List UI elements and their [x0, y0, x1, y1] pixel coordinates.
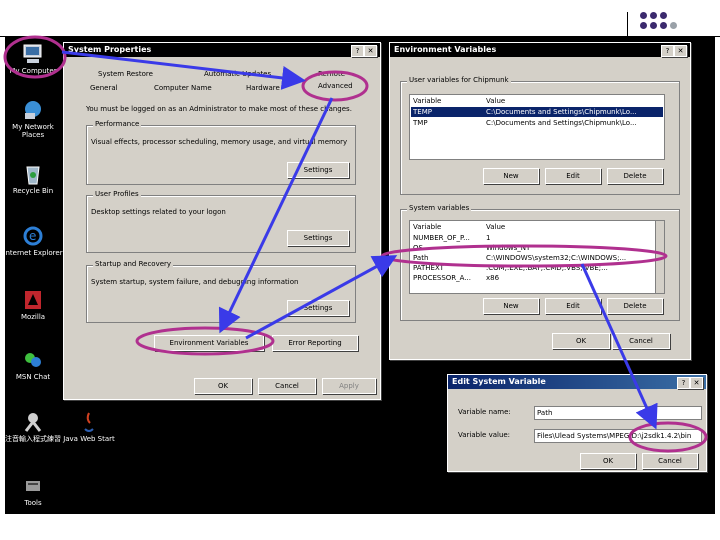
highlight-path-value: [628, 421, 708, 453]
annotation-overlay: [3, 35, 708, 453]
arrow-to-env-button: [218, 97, 334, 334]
arrow-to-path: [245, 255, 398, 340]
arrow-to-advanced: [61, 50, 306, 90]
highlight-env-vars-button: [135, 326, 275, 356]
highlight-path-row: [380, 244, 668, 268]
highlight-advanced-tab: [301, 70, 369, 102]
arrow-to-value: [580, 263, 658, 430]
highlight-my-computer: [3, 35, 67, 79]
